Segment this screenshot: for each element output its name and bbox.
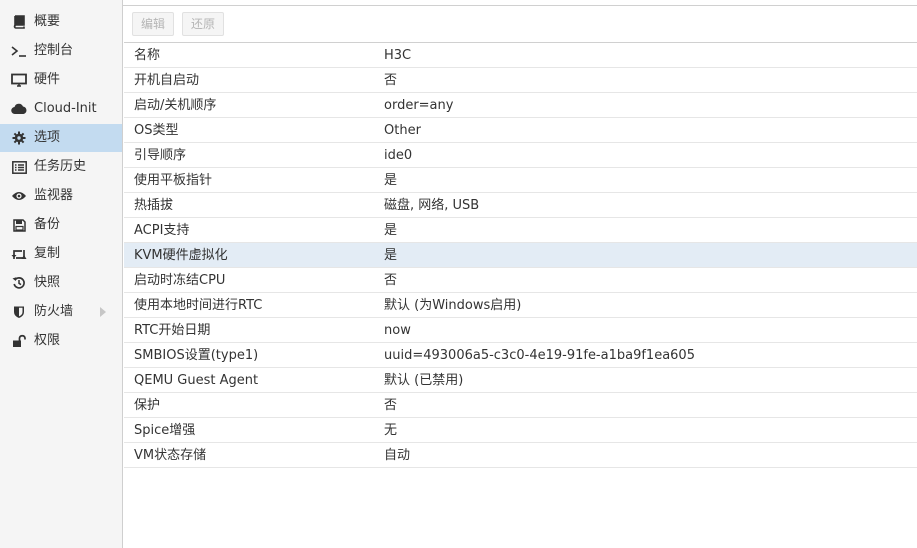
option-key: 引导顺序 <box>134 148 187 163</box>
option-row-protection[interactable]: 保护 否 <box>124 393 917 418</box>
sidebar-item-task-history[interactable]: 任务历史 <box>0 153 122 181</box>
option-key: 热插拔 <box>134 198 174 213</box>
option-row-tablet-pointer[interactable]: 使用平板指针 是 <box>124 168 917 193</box>
sidebar-item-snapshots[interactable]: 快照 <box>0 269 122 297</box>
option-row-freeze-cpu[interactable]: 启动时冻结CPU 否 <box>124 268 917 293</box>
option-value: 是 <box>384 223 398 238</box>
cloud-icon <box>11 101 27 117</box>
book-icon <box>11 14 27 30</box>
edit-button[interactable]: 编辑 <box>132 12 175 36</box>
option-row-spice-enhancements[interactable]: Spice增强 无 <box>124 418 917 443</box>
option-key: VM状态存储 <box>134 448 207 463</box>
option-row-localtime[interactable]: 使用本地时间进行RTC 默认 (为Windows启用) <box>124 293 917 318</box>
option-value: 默认 (已禁用) <box>384 373 464 388</box>
monitor-icon <box>11 72 27 88</box>
option-row-guest-agent[interactable]: QEMU Guest Agent 默认 (已禁用) <box>124 368 917 393</box>
option-row-os-type[interactable]: OS类型 Other <box>124 118 917 143</box>
unlock-icon <box>11 333 27 349</box>
sidebar-item-replication[interactable]: 复制 <box>0 240 122 268</box>
sidebar-item-monitor[interactable]: 监视器 <box>0 182 122 210</box>
option-value: H3C <box>384 48 412 63</box>
option-value: 否 <box>384 273 398 288</box>
option-row-smbios[interactable]: SMBIOS设置(type1) uuid=493006a5-c3c0-4e19-… <box>124 343 917 368</box>
option-row-acpi[interactable]: ACPI支持 是 <box>124 218 917 243</box>
shield-icon <box>11 304 27 320</box>
option-value: 自动 <box>384 448 411 463</box>
sidebar-item-label: 概要 <box>34 14 61 29</box>
top-divider <box>123 0 917 6</box>
option-row-vmstate-storage[interactable]: VM状态存储 自动 <box>124 443 917 468</box>
expand-arrow-icon[interactable] <box>100 307 106 317</box>
option-value: 磁盘, 网络, USB <box>384 198 480 213</box>
option-row-hotplug[interactable]: 热插拔 磁盘, 网络, USB <box>124 193 917 218</box>
option-value: ide0 <box>384 148 413 163</box>
option-row-startup-order[interactable]: 启动/关机顺序 order=any <box>124 93 917 118</box>
option-value: uuid=493006a5-c3c0-4e19-91fe-a1ba9f1ea60… <box>384 348 695 363</box>
option-value: Other <box>384 123 421 138</box>
sidebar-item-label: 快照 <box>34 275 61 290</box>
toolbar: 编辑 还原 <box>124 7 917 43</box>
sidebar: 概要 控制台 硬件 Cloud-Init 选项 任务历史 监视器 备份 复制 快… <box>0 0 123 548</box>
sidebar-item-label: 复制 <box>34 246 61 261</box>
option-value: 否 <box>384 398 398 413</box>
option-value: 无 <box>384 423 398 438</box>
history-icon <box>11 275 27 291</box>
option-key: ACPI支持 <box>134 223 190 238</box>
sidebar-item-label: 权限 <box>34 333 61 348</box>
sidebar-item-label: 选项 <box>34 130 61 145</box>
sidebar-item-summary[interactable]: 概要 <box>0 8 122 36</box>
option-row-rtc-start-date[interactable]: RTC开始日期 now <box>124 318 917 343</box>
option-key: RTC开始日期 <box>134 323 211 338</box>
sidebar-item-permissions[interactable]: 权限 <box>0 327 122 355</box>
option-key: 启动时冻结CPU <box>134 273 226 288</box>
option-value: 是 <box>384 173 398 188</box>
option-key: KVM硬件虚拟化 <box>134 248 228 263</box>
option-key: 保护 <box>134 398 161 413</box>
sidebar-item-label: 硬件 <box>34 72 61 87</box>
option-row-onboot[interactable]: 开机自启动 否 <box>124 68 917 93</box>
eye-icon <box>11 188 27 204</box>
sidebar-item-label: 防火墙 <box>34 304 74 319</box>
revert-button[interactable]: 还原 <box>182 12 225 36</box>
sidebar-item-label: 备份 <box>34 217 61 232</box>
option-key: OS类型 <box>134 123 179 138</box>
option-value: 是 <box>384 248 398 263</box>
gear-icon <box>11 130 27 146</box>
options-grid: 名称 H3C 开机自启动 否 启动/关机顺序 order=any OS类型 Ot… <box>124 43 917 468</box>
sidebar-item-label: Cloud-Init <box>34 101 97 116</box>
option-key: 开机自启动 <box>134 73 200 88</box>
sidebar-item-cloud-init[interactable]: Cloud-Init <box>0 95 122 123</box>
option-row-name[interactable]: 名称 H3C <box>124 43 917 68</box>
option-value: 默认 (为Windows启用) <box>384 298 522 313</box>
option-value: 否 <box>384 73 398 88</box>
option-key: 使用本地时间进行RTC <box>134 298 263 313</box>
option-key: 使用平板指针 <box>134 173 213 188</box>
sidebar-item-label: 任务历史 <box>34 159 87 174</box>
option-row-kvm[interactable]: KVM硬件虚拟化 是 <box>124 243 917 268</box>
retweet-icon <box>11 246 27 262</box>
sidebar-item-label: 控制台 <box>34 43 74 58</box>
sidebar-item-backup[interactable]: 备份 <box>0 211 122 239</box>
list-icon <box>11 159 27 175</box>
option-row-boot-order[interactable]: 引导顺序 ide0 <box>124 143 917 168</box>
sidebar-item-hardware[interactable]: 硬件 <box>0 66 122 94</box>
option-value: now <box>384 323 411 338</box>
terminal-icon <box>11 43 27 59</box>
option-value: order=any <box>384 98 454 113</box>
sidebar-item-options[interactable]: 选项 <box>0 124 122 152</box>
option-key: SMBIOS设置(type1) <box>134 348 259 363</box>
option-key: Spice增强 <box>134 423 196 438</box>
sidebar-item-console[interactable]: 控制台 <box>0 37 122 65</box>
option-key: 名称 <box>134 48 161 63</box>
option-key: QEMU Guest Agent <box>134 373 259 388</box>
floppy-icon <box>11 217 27 233</box>
sidebar-item-label: 监视器 <box>34 188 74 203</box>
option-key: 启动/关机顺序 <box>134 98 217 113</box>
sidebar-item-firewall[interactable]: 防火墙 <box>0 298 122 326</box>
